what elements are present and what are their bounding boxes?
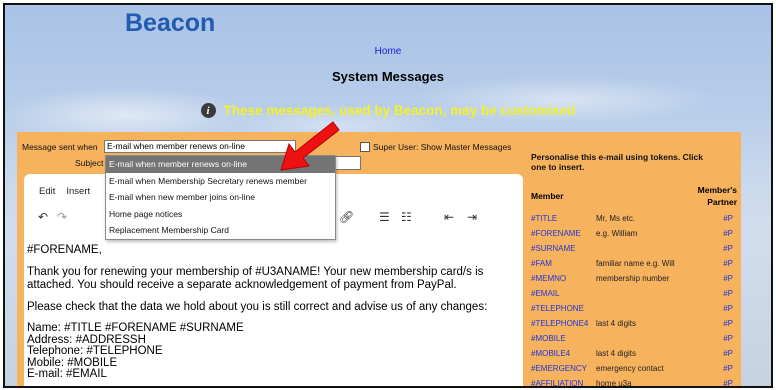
- member-token[interactable]: #MEMNO: [531, 274, 566, 283]
- member-token[interactable]: #FORENAME: [531, 229, 581, 238]
- token-description: home u3a: [596, 379, 632, 388]
- partner-token[interactable]: #P: [723, 349, 733, 358]
- member-token[interactable]: #FAM: [531, 259, 552, 268]
- partner-token[interactable]: #P: [723, 364, 733, 373]
- token-row[interactable]: #FORENAME e.g. William #P: [531, 229, 739, 244]
- member-column-header: Member: [531, 191, 564, 201]
- token-description: membership number: [596, 274, 670, 283]
- token-row[interactable]: #FAM familiar name e.g. Will #P: [531, 259, 739, 274]
- partner-token[interactable]: #P: [723, 259, 733, 268]
- bullet-list-icon[interactable]: ☰: [379, 210, 390, 224]
- undo-icon[interactable]: ↶: [38, 210, 48, 224]
- outdent-icon[interactable]: ⇤: [444, 210, 454, 224]
- editor-content[interactable]: #FORENAME, Thank you for renewing your m…: [27, 244, 507, 386]
- super-user-checkbox[interactable]: [360, 142, 370, 152]
- partner-token[interactable]: #P: [723, 274, 733, 283]
- token-row[interactable]: #MOBILE4 last 4 digits #P: [531, 349, 739, 364]
- menu-insert[interactable]: Insert: [66, 186, 90, 197]
- dropdown-option[interactable]: E-mail when Membership Secretary renews …: [106, 173, 335, 190]
- editor-greeting: #FORENAME,: [27, 244, 102, 256]
- personalise-instructions: Personalise this e-mail using tokens. Cl…: [531, 152, 703, 172]
- member-token[interactable]: #SURNAME: [531, 244, 575, 253]
- member-token[interactable]: #MOBILE: [531, 334, 566, 343]
- token-row[interactable]: #MOBILE #P: [531, 334, 739, 349]
- token-row[interactable]: #TITLE Mr, Ms etc. #P: [531, 214, 739, 229]
- info-text: These messages, used by Beacon, may be c…: [223, 103, 576, 118]
- partner-token[interactable]: #P: [723, 289, 733, 298]
- member-token[interactable]: #TELEPHONE4: [531, 319, 588, 328]
- partner-token[interactable]: #P: [723, 379, 733, 386]
- token-row[interactable]: #EMAIL #P: [531, 289, 739, 304]
- indent-icon[interactable]: ⇥: [467, 210, 477, 224]
- token-row[interactable]: #MEMNO membership number #P: [531, 274, 739, 289]
- partner-token[interactable]: #P: [723, 244, 733, 253]
- token-row[interactable]: #TELEPHONE4 last 4 digits #P: [531, 319, 739, 334]
- member-token[interactable]: #EMAIL: [531, 289, 559, 298]
- dropdown-option[interactable]: E-mail when new member joins on-line: [106, 189, 335, 206]
- member-token[interactable]: #TELEPHONE: [531, 304, 584, 313]
- token-row[interactable]: #EMERGENCY emergency contact #P: [531, 364, 739, 379]
- partner-token[interactable]: #P: [723, 319, 733, 328]
- red-arrow-annotation: [280, 121, 340, 171]
- member-token[interactable]: #AFFILIATION: [531, 379, 583, 386]
- beacon-logo[interactable]: Beacon: [125, 9, 215, 38]
- member-token[interactable]: #EMERGENCY: [531, 364, 587, 373]
- token-row[interactable]: #AFFILIATION home u3a #P: [531, 379, 739, 388]
- member-token[interactable]: #MOBILE4: [531, 349, 570, 358]
- menu-edit[interactable]: Edit: [39, 186, 55, 197]
- message-sent-when-label: Message sent when: [22, 142, 98, 152]
- token-description: last 4 digits: [596, 349, 637, 358]
- partner-token[interactable]: #P: [723, 334, 733, 343]
- token-description: e.g. William: [596, 229, 638, 238]
- home-link[interactable]: Home: [5, 46, 771, 57]
- token-row[interactable]: #SURNAME #P: [531, 244, 739, 259]
- link-icon[interactable]: 🔗︎: [339, 210, 354, 224]
- message-sent-when-select[interactable]: E-mail when member renews on-line: [104, 140, 296, 153]
- partner-token[interactable]: #P: [723, 229, 733, 238]
- token-row[interactable]: #TELEPHONE #P: [531, 304, 739, 319]
- partner-token[interactable]: #P: [723, 304, 733, 313]
- token-description: Mr, Ms etc.: [596, 214, 636, 223]
- editor-paragraph-1: Thank you for renewing your membership o…: [27, 266, 484, 291]
- dropdown-option[interactable]: Home page notices: [106, 206, 335, 223]
- redo-icon[interactable]: ↷: [57, 210, 67, 224]
- token-description: familiar name e.g. Will: [596, 259, 675, 268]
- info-banner: i These messages, used by Beacon, may be…: [5, 103, 771, 118]
- numbered-list-icon[interactable]: ☷: [401, 210, 412, 224]
- browser-frame: Beacon Home System Messages i These mess…: [3, 3, 773, 388]
- partner-token[interactable]: #P: [723, 214, 733, 223]
- partner-column-header: Member's Partner: [697, 185, 737, 207]
- token-description: last 4 digits: [596, 319, 637, 328]
- token-description: emergency contact: [596, 364, 664, 373]
- dropdown-option[interactable]: Replacement Membership Card: [106, 222, 335, 239]
- info-icon: i: [200, 103, 216, 118]
- page-title: System Messages: [331, 69, 444, 84]
- editor-paragraph-2: Please check that the data we hold about…: [27, 301, 488, 313]
- editor-menubar: Edit Insert: [39, 186, 90, 197]
- super-user-label: Super User: Show Master Messages: [373, 142, 512, 152]
- subject-label: Subject: [75, 158, 104, 168]
- editor-contact-block: Name: #TITLE #FORENAME #SURNAME Address:…: [27, 322, 244, 380]
- member-token[interactable]: #TITLE: [531, 214, 557, 223]
